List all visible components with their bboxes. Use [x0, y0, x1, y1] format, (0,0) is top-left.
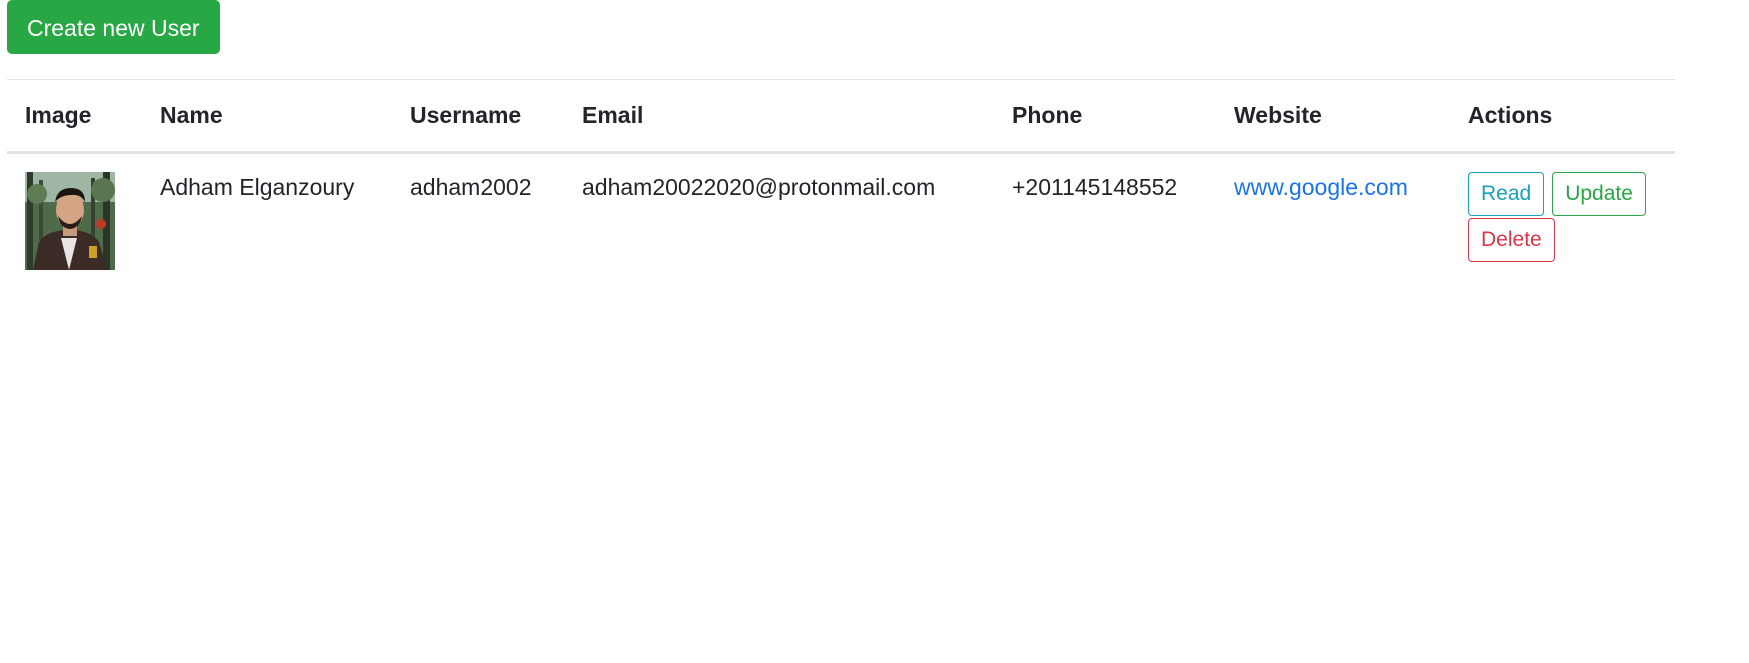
- delete-button[interactable]: Delete: [1468, 218, 1555, 262]
- cell-username: adham2002: [410, 174, 532, 200]
- header-email: Email: [582, 102, 644, 128]
- table-row: Adham Elganzoury adham2002 adham20022020…: [7, 153, 1675, 283]
- header-row: Image Name Username Email Phone Website …: [7, 79, 1675, 153]
- actions-group: Read Update Delete: [1468, 172, 1648, 262]
- cell-image: [7, 153, 142, 283]
- header-image: Image: [25, 102, 92, 128]
- page: Create new User Image Name Username Emai…: [0, 0, 1749, 663]
- user-avatar: [25, 172, 115, 270]
- cell-email: adham20022020@protonmail.com: [582, 174, 936, 200]
- header-actions: Actions: [1468, 102, 1553, 128]
- read-button[interactable]: Read: [1468, 172, 1545, 216]
- header-website: Website: [1234, 102, 1322, 128]
- cell-phone: +201145148552: [1012, 174, 1178, 200]
- cell-actions: Read Update Delete: [1450, 153, 1675, 283]
- header-name: Name: [160, 102, 223, 128]
- header-phone: Phone: [1012, 102, 1083, 128]
- header-username: Username: [410, 102, 522, 128]
- update-button[interactable]: Update: [1552, 172, 1646, 216]
- create-new-user-button[interactable]: Create new User: [7, 0, 220, 54]
- users-table: Image Name Username Email Phone Website …: [7, 79, 1675, 282]
- table-header: Image Name Username Email Phone Website …: [7, 79, 1675, 153]
- cell-website: www.google.com: [1216, 153, 1450, 283]
- table-body: Adham Elganzoury adham2002 adham20022020…: [7, 153, 1675, 283]
- cell-name: Adham Elganzoury: [160, 174, 355, 200]
- website-link[interactable]: www.google.com: [1234, 174, 1408, 200]
